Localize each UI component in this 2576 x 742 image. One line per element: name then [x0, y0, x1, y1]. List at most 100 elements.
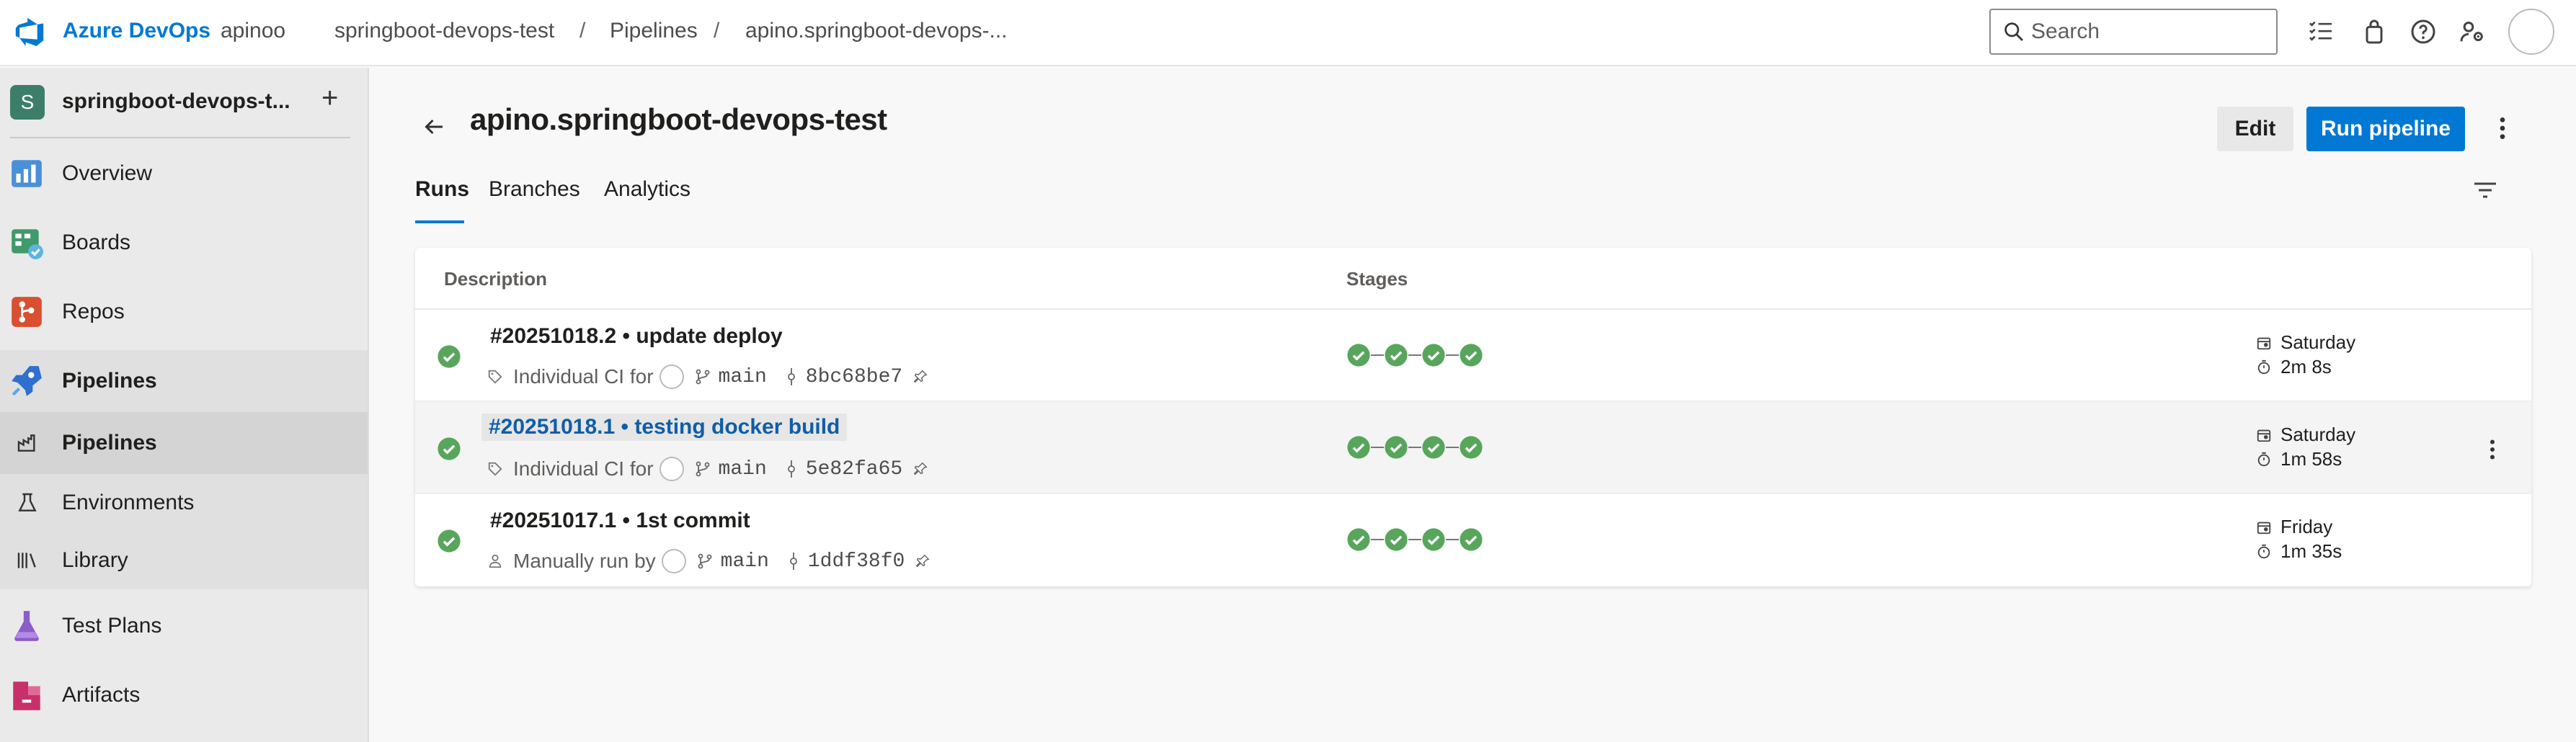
commit-hash[interactable]: 1ddf38f0 — [808, 550, 905, 573]
run-duration: 1m 58s — [2256, 448, 2342, 470]
page-title: apino.springboot-devops-test — [470, 102, 887, 136]
pin-icon[interactable] — [912, 369, 928, 385]
run-title[interactable]: #20251017.1 • 1st commit — [490, 509, 750, 533]
stage-connector — [1408, 539, 1421, 540]
stage-success-icon[interactable] — [1459, 527, 1483, 552]
user-settings-icon[interactable] — [2458, 17, 2487, 46]
pin-icon[interactable] — [912, 461, 928, 477]
search-input[interactable]: Search — [1989, 9, 2278, 55]
stage-success-icon[interactable] — [1384, 435, 1408, 460]
run-title[interactable]: #20251018.1 • testing docker build — [481, 414, 848, 441]
pipelines-sub-icon — [17, 434, 35, 452]
row-more-options-icon[interactable] — [2485, 437, 2500, 462]
shopping-bag-icon[interactable] — [2360, 17, 2389, 46]
stage-success-icon[interactable] — [1459, 343, 1483, 367]
branch-name[interactable]: main — [721, 550, 769, 573]
artifacts-icon — [13, 681, 40, 710]
stage-success-icon[interactable] — [1421, 435, 1446, 460]
stage-success-icon[interactable] — [1384, 527, 1408, 552]
sidebar-item-overview[interactable]: Overview — [0, 143, 368, 205]
search-placeholder: Search — [2031, 19, 2100, 43]
stages-indicator[interactable] — [1346, 435, 1483, 460]
run-date-label: Saturday — [2280, 424, 2356, 445]
stage-success-icon[interactable] — [1459, 435, 1483, 460]
overview-icon — [12, 160, 42, 187]
tab-runs[interactable]: Runs — [415, 177, 469, 202]
stopwatch-icon — [2257, 452, 2270, 466]
pin-icon[interactable] — [915, 553, 931, 569]
stage-success-icon[interactable] — [1346, 527, 1371, 552]
tab-branches[interactable]: Branches — [489, 177, 580, 202]
breadcrumb-pipeline[interactable]: apino.springboot-devops-... — [745, 19, 1008, 43]
run-duration-label: 2m 8s — [2280, 356, 2332, 377]
library-icon — [17, 553, 36, 568]
run-duration: 2m 8s — [2256, 356, 2332, 378]
sidebar-item-label: Library — [62, 548, 128, 572]
run-title[interactable]: #20251018.2 • update deploy — [490, 324, 783, 349]
run-duration-label: 1m 35s — [2280, 540, 2342, 562]
calendar-icon — [2257, 522, 2271, 534]
avatar — [659, 365, 684, 389]
table-row[interactable]: #20251018.1 • testing docker build Indiv… — [415, 402, 2531, 494]
task-list-icon[interactable] — [2306, 17, 2335, 46]
project-header[interactable]: S springboot-devops-t... + — [0, 68, 369, 134]
run-date: Saturday — [2256, 424, 2355, 446]
sidebar-item-pipelines[interactable]: Pipelines — [0, 350, 368, 412]
breadcrumb-pipelines[interactable]: Pipelines — [610, 19, 698, 43]
user-avatar[interactable] — [2508, 9, 2554, 55]
table-row[interactable]: #20251018.2 • update deploy Individual C… — [415, 310, 2531, 402]
azure-devops-logo-icon[interactable] — [13, 16, 46, 49]
stage-connector — [1371, 447, 1384, 448]
sidebar-item-label: Test Plans — [62, 614, 162, 638]
sidebar-subitem-environments[interactable]: Environments — [0, 474, 368, 532]
stages-indicator[interactable] — [1346, 527, 1483, 552]
table-row[interactable]: #20251017.1 • 1st commit Manually run by… — [415, 494, 2531, 586]
sidebar-subitem-library[interactable]: Library — [0, 532, 368, 589]
branch-name[interactable]: main — [719, 366, 767, 388]
sidebar-item-repos[interactable]: Repos — [0, 281, 368, 343]
commit-hash[interactable]: 8bc68be7 — [806, 366, 902, 388]
brand-name[interactable]: Azure DevOps — [63, 19, 210, 43]
stage-success-icon[interactable] — [1346, 343, 1371, 367]
sidebar-item-label: Repos — [62, 300, 125, 323]
commit-hash[interactable]: 5e82fa65 — [806, 458, 902, 480]
run-date-label: Friday — [2280, 516, 2333, 537]
help-icon[interactable] — [2409, 17, 2438, 46]
run-meta: Individual CI for main 5e82fa65 — [487, 457, 928, 481]
run-meta: Individual CI for main 8bc68be7 — [487, 365, 928, 389]
pipelines-icon — [12, 366, 42, 396]
sidebar-item-artifacts[interactable]: Artifacts — [0, 664, 368, 726]
sidebar-item-label: Environments — [62, 491, 195, 514]
sidebar-item-test-plans[interactable]: Test Plans — [0, 595, 368, 657]
filter-icon[interactable] — [2472, 179, 2498, 202]
project-name[interactable]: springboot-devops-t... — [62, 89, 290, 114]
breadcrumb-project[interactable]: springboot-devops-test — [334, 19, 554, 43]
add-button[interactable]: + — [321, 84, 338, 112]
sidebar-subitem-pipelines[interactable]: Pipelines — [0, 412, 368, 474]
stages-indicator[interactable] — [1346, 343, 1483, 367]
tag-icon — [488, 370, 502, 384]
more-options-icon[interactable] — [2491, 114, 2514, 143]
stage-success-icon[interactable] — [1421, 527, 1446, 552]
environments-icon — [18, 493, 37, 511]
stage-success-icon[interactable] — [1346, 435, 1371, 460]
edit-button[interactable]: Edit — [2217, 107, 2293, 151]
stage-success-icon[interactable] — [1421, 343, 1446, 367]
branch-icon — [698, 553, 712, 569]
repos-icon — [12, 297, 42, 327]
branch-name[interactable]: main — [719, 458, 767, 480]
breadcrumb-organization[interactable]: apinoo — [221, 19, 285, 43]
tag-icon — [488, 462, 502, 476]
tab-analytics[interactable]: Analytics — [604, 177, 690, 202]
sidebar-item-label: Boards — [62, 231, 131, 254]
branch-icon — [696, 369, 709, 385]
sidebar-divider — [10, 137, 350, 138]
run-date-label: Saturday — [2280, 331, 2356, 353]
stage-success-icon[interactable] — [1384, 343, 1408, 367]
run-pipeline-button[interactable]: Run pipeline — [2306, 107, 2465, 151]
stopwatch-icon — [2257, 544, 2270, 558]
boards-icon — [12, 229, 43, 259]
run-trigger: Individual CI for — [513, 365, 654, 388]
back-arrow-icon[interactable] — [421, 114, 447, 140]
sidebar-item-boards[interactable]: Boards — [0, 212, 368, 274]
